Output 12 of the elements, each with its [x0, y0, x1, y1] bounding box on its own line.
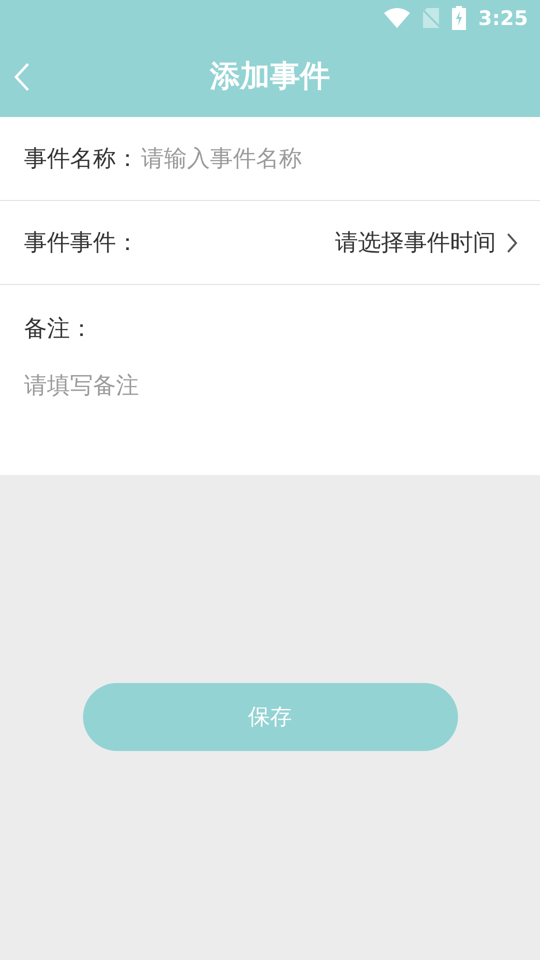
field-label: 事件事件：: [24, 229, 139, 258]
field-label: 备注：: [24, 315, 94, 344]
battery-charging-icon: [452, 6, 466, 30]
page-title: 添加事件: [210, 58, 330, 96]
wifi-icon: [384, 8, 410, 28]
name-input-field[interactable]: 请输入事件名称: [141, 146, 518, 172]
chevron-right-icon: [506, 232, 518, 254]
status-time: 3:25: [478, 6, 528, 30]
time-picker[interactable]: 请选择事件时间: [335, 227, 518, 258]
notes-input-field[interactable]: 请填写备注: [24, 370, 424, 430]
field-label: 事件名称：: [24, 145, 139, 174]
no-sim-icon: [422, 7, 440, 29]
